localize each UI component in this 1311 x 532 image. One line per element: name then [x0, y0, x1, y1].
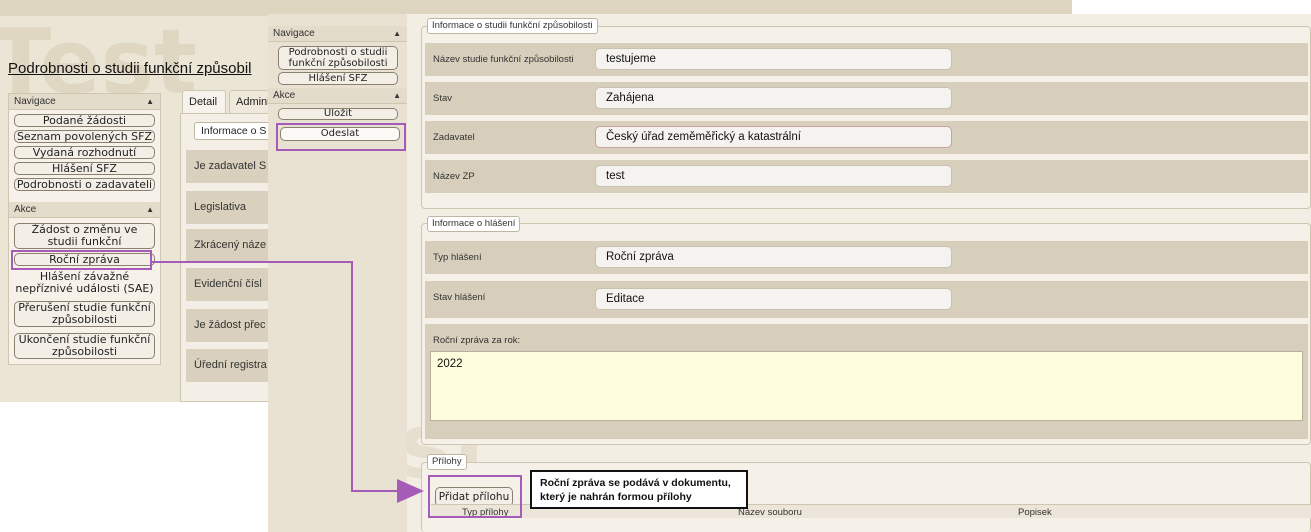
annotation-callout: Roční zpráva se podává v dokumentu, kter… [530, 470, 748, 509]
connector-arrow [152, 261, 424, 503]
